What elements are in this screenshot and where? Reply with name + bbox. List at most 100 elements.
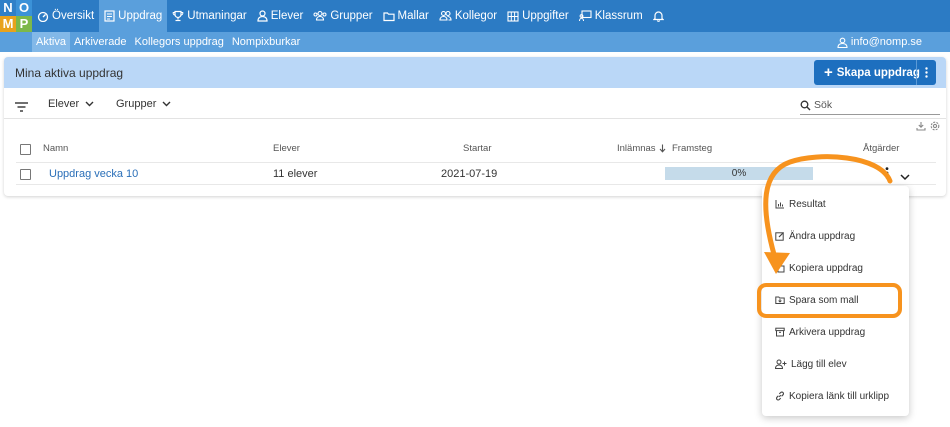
- menu-item-results[interactable]: Resultat: [762, 193, 909, 215]
- column-header-submitted[interactable]: Inlämnas: [617, 143, 666, 154]
- tab-arkiverade[interactable]: Arkiverade: [70, 32, 131, 52]
- logo-letter-p: P: [16, 16, 32, 32]
- progress-bar: 0%: [665, 167, 813, 180]
- nav-item-label: Utmaningar: [187, 10, 247, 22]
- assignment-name-link[interactable]: Uppdrag vecka 10: [49, 168, 138, 180]
- menu-item-label: Spara som mall: [789, 294, 859, 306]
- row-divider: [16, 184, 936, 185]
- sort-down-arrow-icon: [659, 144, 665, 153]
- column-header-actions: Åtgärder: [863, 143, 900, 154]
- person-add-icon: [775, 359, 787, 369]
- copy-icon: [775, 263, 785, 273]
- groups-filter-label: Grupper: [116, 98, 157, 110]
- filter-button[interactable]: [15, 99, 28, 117]
- nav-item-klassrum[interactable]: Klassrum: [574, 0, 648, 32]
- create-assignment-button[interactable]: + Skapa uppdrag: [814, 60, 936, 85]
- sub-navigation-bar: Aktiva Arkiverade Kollegors uppdrag Nomp…: [0, 32, 950, 52]
- grid-icon: [507, 10, 519, 22]
- filter-icon: [15, 102, 28, 112]
- select-all-checkbox[interactable]: [20, 144, 31, 155]
- logo-letter-m: M: [0, 16, 16, 32]
- search-placeholder: Sök: [814, 99, 833, 111]
- nav-item-uppdrag[interactable]: Uppdrag: [99, 0, 168, 32]
- menu-item-edit-assignment[interactable]: Ändra uppdrag: [762, 225, 909, 247]
- tab-aktiva[interactable]: Aktiva: [32, 32, 70, 52]
- column-header-progress[interactable]: Framsteg: [672, 143, 712, 154]
- menu-item-copy-assignment[interactable]: Kopiera uppdrag: [762, 257, 909, 279]
- nav-item-label: Grupper: [330, 10, 373, 22]
- people-icon: [439, 10, 452, 21]
- menu-item-archive-assignment[interactable]: Arkivera uppdrag: [762, 321, 909, 343]
- nav-item-kollegor[interactable]: Kollegor: [434, 0, 502, 32]
- bell-icon: [652, 11, 664, 22]
- kebab-icon: [885, 167, 889, 179]
- download-icon[interactable]: [916, 121, 926, 131]
- edit-icon: [775, 232, 784, 241]
- folder-save-icon: [775, 296, 785, 304]
- filter-bar: Elever Grupper Sök: [4, 95, 946, 117]
- menu-item-copy-link[interactable]: Kopiera länk till urklipp: [762, 385, 909, 407]
- assignment-students: 11 elever: [273, 168, 318, 180]
- create-more-options-button[interactable]: [916, 60, 936, 85]
- nav-item-label: Klassrum: [594, 10, 643, 22]
- nav-item-mallar[interactable]: Mallar: [378, 0, 434, 32]
- classroom-icon: [578, 10, 592, 22]
- menu-item-label: Arkivera uppdrag: [789, 326, 866, 338]
- column-header-submitted-label: Inlämnas: [617, 143, 656, 154]
- nav-item-label: Uppgifter: [522, 10, 569, 22]
- column-header-starts[interactable]: Startar: [463, 143, 492, 154]
- nav-item-label: Mallar: [397, 10, 429, 22]
- logo-letter-n: N: [0, 0, 16, 16]
- menu-item-label: Ändra uppdrag: [789, 230, 856, 242]
- speedometer-icon: [37, 11, 49, 22]
- nav-item-elever[interactable]: Elever: [252, 0, 309, 32]
- plus-icon: +: [824, 64, 833, 81]
- group-icon: [313, 10, 327, 21]
- chevron-down-icon: [85, 101, 94, 107]
- document-icon: [104, 10, 115, 22]
- create-assignment-label: Skapa uppdrag: [836, 66, 920, 79]
- nomp-logo[interactable]: N O M P: [0, 0, 32, 32]
- nav-item-oversikt[interactable]: Översikt: [32, 0, 99, 32]
- main-nav: Översikt Uppdrag Utmaningar Elever Grupp…: [32, 0, 672, 32]
- chevron-down-icon: [162, 101, 171, 107]
- assignments-card: Mina aktiva uppdrag + Skapa uppdrag Elev…: [4, 57, 946, 196]
- gear-icon[interactable]: [930, 121, 940, 131]
- menu-item-label: Kopiera uppdrag: [789, 262, 863, 274]
- logo-letter-o: O: [16, 0, 32, 16]
- tab-nompixburkar[interactable]: Nompixburkar: [228, 32, 304, 52]
- top-navigation-bar: N O M P Översikt Uppdrag Utmaningar Elev…: [0, 0, 950, 32]
- row-checkbox[interactable]: [20, 169, 31, 180]
- nav-item-label: Elever: [270, 10, 304, 22]
- chart-icon: [775, 200, 784, 209]
- column-header-name[interactable]: Namn: [43, 143, 68, 154]
- nav-item-label: Översikt: [52, 10, 95, 22]
- user-email: info@nomp.se: [850, 36, 922, 48]
- chevron-down-icon: [900, 174, 910, 181]
- archive-icon: [775, 327, 785, 337]
- search-input[interactable]: Sök: [800, 96, 940, 115]
- search-icon: [800, 100, 811, 110]
- card-header: Mina aktiva uppdrag + Skapa uppdrag: [4, 57, 946, 88]
- column-header-students[interactable]: Elever: [273, 143, 300, 154]
- menu-item-label: Resultat: [789, 198, 826, 210]
- students-filter-dropdown[interactable]: Elever: [48, 98, 94, 110]
- menu-item-add-student[interactable]: Lägg till elev: [762, 353, 909, 375]
- nav-item-uppgifter[interactable]: Uppgifter: [502, 0, 574, 32]
- nav-item-utmaningar[interactable]: Utmaningar: [167, 0, 251, 32]
- groups-filter-dropdown[interactable]: Grupper: [116, 98, 171, 110]
- students-filter-label: Elever: [48, 98, 80, 110]
- row-actions-button[interactable]: [885, 166, 889, 184]
- user-account-link[interactable]: info@nomp.se: [837, 32, 922, 52]
- person-icon: [257, 10, 268, 22]
- menu-item-label: Kopiera länk till urklipp: [789, 390, 890, 402]
- folder-icon: [382, 11, 395, 21]
- trophy-icon: [172, 10, 184, 22]
- tab-kollegors-uppdrag[interactable]: Kollegors uppdrag: [131, 32, 228, 52]
- notifications-button[interactable]: [648, 0, 672, 32]
- nav-item-grupper[interactable]: Grupper: [308, 0, 377, 32]
- account-icon: [837, 37, 848, 48]
- menu-item-save-as-template[interactable]: Spara som mall: [762, 289, 909, 311]
- card-title: Mina aktiva uppdrag: [15, 66, 124, 80]
- nav-item-label: Uppdrag: [118, 10, 163, 22]
